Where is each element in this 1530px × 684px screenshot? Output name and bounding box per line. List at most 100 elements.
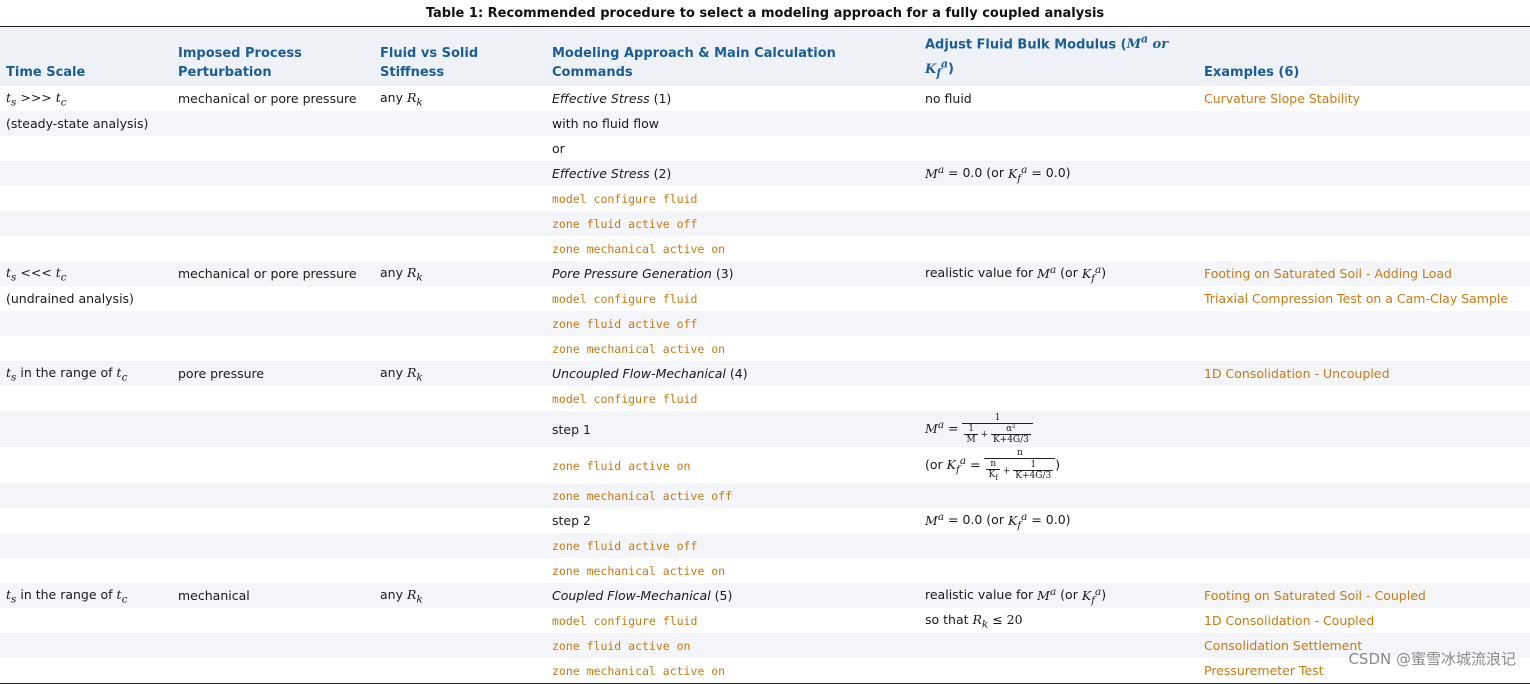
table-row: Effective Stress (2)Ma = 0.0 (or Kfa = 0… — [0, 161, 1530, 186]
command-text: zone mechanical active — [552, 489, 704, 503]
header-time-scale: Time Scale — [0, 27, 172, 87]
cell-modeling: step 1 — [546, 411, 919, 447]
cell-imposed — [172, 411, 374, 447]
cell-bulk-modulus — [919, 111, 1198, 136]
cell-time-scale: ts <<< tc — [0, 261, 172, 286]
cell-stiffness — [374, 558, 546, 583]
command-text: zone fluid active — [552, 539, 670, 553]
cell-example — [1198, 336, 1530, 361]
cell-modeling: step 2 — [546, 508, 919, 533]
command-keyword: off — [670, 317, 698, 331]
command-keyword: off — [670, 217, 698, 231]
cell-example — [1198, 483, 1530, 508]
cell-bulk-modulus — [919, 211, 1198, 236]
example-link[interactable]: 1D Consolidation - Coupled — [1204, 613, 1374, 628]
cell-bulk-modulus — [919, 558, 1198, 583]
command-text: zone fluid active — [552, 317, 670, 331]
cell-stiffness — [374, 533, 546, 558]
cell-stiffness — [374, 411, 546, 447]
table-row: ts in the range of tcmechanicalany RkCou… — [0, 583, 1530, 608]
cell-example — [1198, 533, 1530, 558]
approach-ref: (2) — [650, 166, 672, 181]
cell-example: Curvature Slope Stability — [1198, 86, 1530, 111]
cell-stiffness — [374, 311, 546, 336]
table-row: zone mechanical active off — [0, 483, 1530, 508]
cell-stiffness — [374, 483, 546, 508]
command-keyword: on — [704, 242, 725, 256]
cell-imposed — [172, 136, 374, 161]
table-row: or — [0, 136, 1530, 161]
cell-stiffness: any Rk — [374, 86, 546, 111]
cell-stiffness — [374, 633, 546, 658]
example-link[interactable]: Footing on Saturated Soil - Coupled — [1204, 588, 1426, 603]
cell-imposed — [172, 483, 374, 508]
cell-modeling: zone mechanical active on — [546, 336, 919, 361]
cell-example — [1198, 386, 1530, 411]
cell-time-scale: ts >>> tc — [0, 86, 172, 111]
command-text: zone fluid active — [552, 639, 670, 653]
cell-modeling: Effective Stress (1) — [546, 86, 919, 111]
table-row: ts <<< tcmechanical or pore pressureany … — [0, 261, 1530, 286]
command-keyword: off — [704, 489, 732, 503]
example-link[interactable]: Triaxial Compression Test on a Cam-Clay … — [1204, 291, 1508, 306]
cell-modeling: with no fluid flow — [546, 111, 919, 136]
cell-bulk-modulus: realistic value for Ma (or Kfa) — [919, 583, 1198, 608]
command-text: model configure fluid — [552, 614, 697, 628]
cell-bulk-modulus: no fluid — [919, 86, 1198, 111]
table-row: step 1Ma = 11M + α²K+4G/3 — [0, 411, 1530, 447]
example-link[interactable]: Consolidation Settlement — [1204, 638, 1362, 653]
approach-name: Pore Pressure Generation — [552, 266, 712, 281]
cell-stiffness — [374, 236, 546, 261]
header-row: Time Scale Imposed Process Perturbation … — [0, 27, 1530, 87]
cell-modeling: Effective Stress (2) — [546, 161, 919, 186]
cell-modeling: zone mechanical active on — [546, 236, 919, 261]
cell-example — [1198, 508, 1530, 533]
cell-modeling: model configure fluid — [546, 286, 919, 311]
cell-modeling: Uncoupled Flow-Mechanical (4) — [546, 361, 919, 386]
cell-stiffness: any Rk — [374, 261, 546, 286]
cell-stiffness — [374, 386, 546, 411]
cell-stiffness — [374, 447, 546, 483]
cell-example — [1198, 186, 1530, 211]
cell-example — [1198, 111, 1530, 136]
example-link[interactable]: 1D Consolidation - Uncoupled — [1204, 366, 1390, 381]
cell-example: Footing on Saturated Soil - Coupled — [1198, 583, 1530, 608]
command-text: zone mechanical active — [552, 664, 704, 678]
cell-imposed — [172, 447, 374, 483]
cell-time-scale — [0, 211, 172, 236]
approach-ref: (1) — [650, 91, 672, 106]
command-text: zone mechanical active — [552, 242, 704, 256]
table-row: model configure fluid — [0, 186, 1530, 211]
cell-example: Triaxial Compression Test on a Cam-Clay … — [1198, 286, 1530, 311]
example-link[interactable]: Curvature Slope Stability — [1204, 91, 1360, 106]
cell-example — [1198, 136, 1530, 161]
table-row: zone mechanical active on — [0, 558, 1530, 583]
cell-bulk-modulus: so that Rk ≤ 20 — [919, 608, 1198, 633]
cell-time-scale: ts in the range of tc — [0, 583, 172, 608]
command-keyword: on — [704, 342, 725, 356]
cell-example — [1198, 447, 1530, 483]
approach-ref: (4) — [726, 366, 748, 381]
cell-example: 1D Consolidation - Coupled — [1198, 608, 1530, 633]
cell-modeling: zone mechanical active on — [546, 658, 919, 684]
command-keyword: on — [704, 664, 725, 678]
cell-imposed: mechanical or pore pressure — [172, 261, 374, 286]
table-row: step 2Ma = 0.0 (or Kfa = 0.0) — [0, 508, 1530, 533]
command-text: zone fluid active — [552, 459, 670, 473]
cell-imposed — [172, 336, 374, 361]
cell-stiffness — [374, 136, 546, 161]
cell-time-scale — [0, 447, 172, 483]
example-link[interactable]: Pressuremeter Test — [1204, 663, 1324, 678]
cell-stiffness — [374, 111, 546, 136]
table-row: (steady-state analysis)with no fluid flo… — [0, 111, 1530, 136]
example-link[interactable]: Footing on Saturated Soil - Adding Load — [1204, 266, 1452, 281]
table-row: zone mechanical active on Pressuremeter T… — [0, 658, 1530, 684]
cell-time-scale — [0, 633, 172, 658]
cell-time-scale — [0, 411, 172, 447]
table-caption: Table 1: Recommended procedure to select… — [0, 6, 1530, 21]
table-row: zone fluid active off — [0, 533, 1530, 558]
table-row: model configure fluid — [0, 386, 1530, 411]
cell-stiffness — [374, 186, 546, 211]
cell-bulk-modulus — [919, 136, 1198, 161]
cell-bulk-modulus: Ma = 0.0 (or Kfa = 0.0) — [919, 508, 1198, 533]
